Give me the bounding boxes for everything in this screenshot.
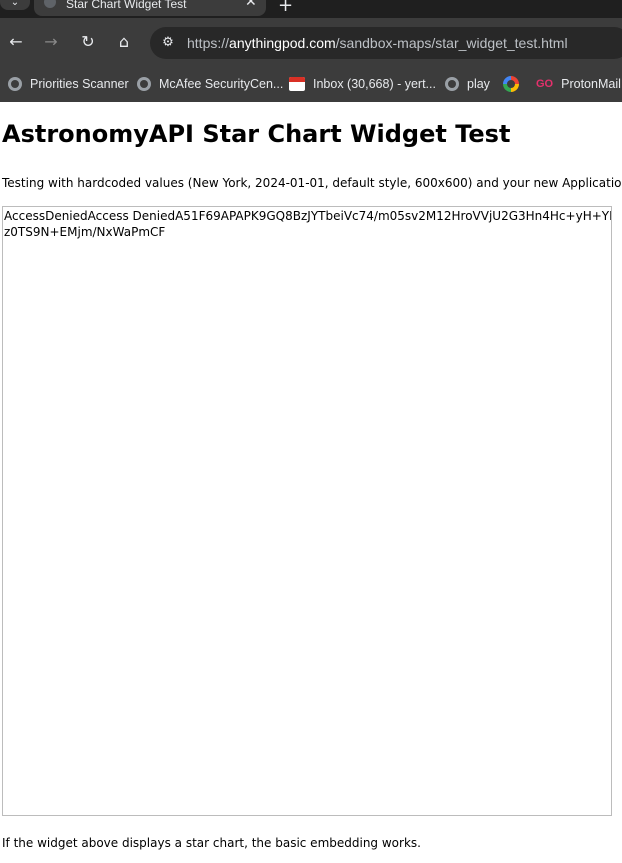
- tab-title: Star Chart Widget Test: [66, 0, 187, 11]
- browser-toolbar: ← → ↻ ⌂ ⚙ https://anythingpod.com/sandbo…: [0, 18, 622, 66]
- intro-text: Testing with hardcoded values (New York,…: [2, 176, 622, 190]
- bookmark-label: McAfee SecurityCen...: [159, 77, 284, 91]
- bookmark-mcafee[interactable]: McAfee SecurityCen...: [137, 74, 283, 94]
- bookmark-label: ProtonMail |: [561, 77, 622, 91]
- chevron-down-icon: ⌄: [10, 0, 20, 8]
- reload-icon[interactable]: ↻: [78, 32, 98, 52]
- bookmarks-bar: Priorities Scanner McAfee SecurityCen...…: [0, 66, 622, 102]
- bookmark-play[interactable]: play: [445, 74, 490, 94]
- globe-icon: [8, 77, 22, 91]
- tab-strip: ⌄ Star Chart Widget Test ✕ +: [0, 0, 622, 18]
- close-icon[interactable]: ✕: [245, 0, 257, 10]
- url-text[interactable]: https://anythingpod.com/sandbox-maps/sta…: [187, 35, 568, 51]
- google-icon: [503, 76, 519, 92]
- bookmark-label: Priorities Scanner: [30, 77, 129, 91]
- site-info-icon[interactable]: ⚙: [158, 33, 178, 53]
- globe-icon: [137, 77, 151, 91]
- bookmark-google[interactable]: [503, 74, 527, 94]
- new-tab-button[interactable]: +: [278, 0, 293, 16]
- address-bar[interactable]: ⚙ https://anythingpod.com/sandbox-maps/s…: [150, 27, 622, 59]
- page-title: AstronomyAPI Star Chart Widget Test: [2, 120, 511, 148]
- protonmail-icon: GO: [536, 78, 554, 90]
- forward-arrow-icon[interactable]: →: [41, 32, 61, 52]
- back-arrow-icon[interactable]: ←: [6, 32, 26, 52]
- home-icon[interactable]: ⌂: [114, 32, 134, 52]
- url-scheme: https://: [187, 35, 230, 51]
- bookmark-protonmail[interactable]: GO ProtonMail |: [530, 74, 622, 94]
- globe-icon: [445, 77, 459, 91]
- tab-favicon-icon: [44, 0, 56, 8]
- active-tab[interactable]: Star Chart Widget Test ✕: [34, 0, 266, 16]
- mail-icon: [289, 77, 305, 91]
- bookmark-label: play: [467, 77, 490, 91]
- bookmark-priorities-scanner[interactable]: Priorities Scanner: [8, 74, 129, 94]
- widget-error-message: AccessDeniedAccess DeniedA51F69APAPK9GQ8…: [4, 209, 612, 239]
- tab-search-button[interactable]: ⌄: [0, 0, 30, 10]
- star-chart-widget-frame[interactable]: AccessDeniedAccess DeniedA51F69APAPK9GQ8…: [2, 206, 612, 816]
- footer-note: If the widget above displays a star char…: [2, 836, 421, 850]
- bookmark-label: Inbox (30,668) - yert...: [313, 77, 436, 91]
- url-host: anythingpod.com: [229, 35, 336, 51]
- bookmark-inbox[interactable]: Inbox (30,668) - yert...: [289, 74, 436, 94]
- url-path: /sandbox-maps/star_widget_test.html: [335, 35, 568, 51]
